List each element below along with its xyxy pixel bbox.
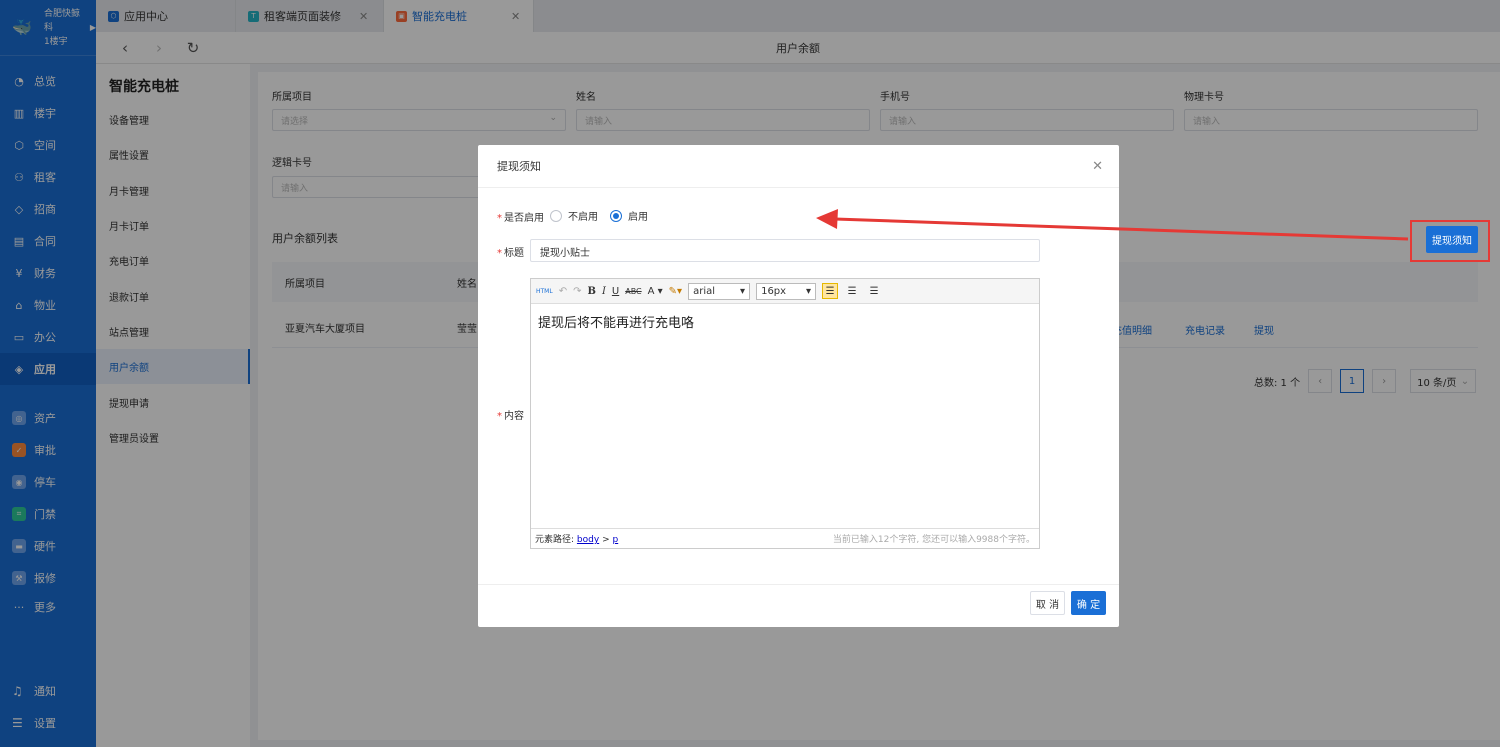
title-input[interactable]: 提现小贴士 <box>530 239 1040 262</box>
content-label-text: 内容 <box>504 411 524 422</box>
font-size-value: 16px <box>761 285 787 297</box>
dialog-title: 提现须知 <box>478 145 1119 188</box>
bold-icon[interactable]: B <box>587 286 595 297</box>
rich-text-editor: HTML ↶ ↷ B I U ABC A ▾ ✎▾ arial ▾ 16px ▾ ☰… <box>530 278 1040 549</box>
html-source-icon[interactable]: HTML <box>536 288 553 295</box>
enable-label-text: 是否启用 <box>504 213 544 224</box>
redo-icon[interactable]: ↷ <box>573 286 581 297</box>
highlight-color-icon[interactable]: ✎▾ <box>669 286 682 297</box>
caret-down-icon: ▾ <box>740 285 746 297</box>
align-left-icon[interactable]: ☰ <box>822 283 839 299</box>
font-family-value: arial <box>693 285 716 297</box>
enable-label: * 是否启用 <box>497 213 544 224</box>
char-count: 当前已输入12个字符, 您还可以输入9988个字符。 <box>832 535 1035 545</box>
confirm-button[interactable]: 确 定 <box>1071 591 1106 615</box>
caret-down-icon: ▾ <box>806 285 812 297</box>
path-sep: > <box>602 535 610 545</box>
font-color-icon[interactable]: A ▾ <box>648 286 663 297</box>
align-right-icon[interactable]: ☰ <box>866 283 882 299</box>
title-label-text: 标题 <box>504 248 524 259</box>
dialog-footer: 取 消 确 定 <box>478 584 1119 627</box>
radio-dot <box>550 209 562 222</box>
radio-enable[interactable]: 启用 <box>610 208 648 223</box>
radio-dot <box>610 209 622 222</box>
radio-label: 不启用 <box>568 212 598 223</box>
align-center-icon[interactable]: ☰ <box>844 283 860 299</box>
editor-status-bar: 元素路径: body > p 当前已输入12个字符, 您还可以输入9988个字符… <box>531 528 1039 548</box>
annotation-highlight-box <box>1410 220 1490 262</box>
path-p-link[interactable]: p <box>612 535 618 545</box>
path-label: 元素路径: <box>535 535 575 545</box>
radio-disable[interactable]: 不启用 <box>550 208 598 223</box>
font-family-select[interactable]: arial ▾ <box>688 282 751 300</box>
title-label: * 标题 <box>497 248 524 259</box>
element-path: 元素路径: body > p <box>535 532 618 545</box>
close-icon[interactable]: ✕ <box>1092 159 1103 174</box>
editor-content[interactable]: 提现后将不能再进行充电咯 <box>531 304 1039 528</box>
content-label: * 内容 <box>497 411 524 422</box>
italic-icon[interactable]: I <box>602 286 606 297</box>
withdraw-notice-dialog: 提现须知 ✕ * 是否启用 不启用 启用 * 标题 提现小贴士 * 内容 HTML ↶… <box>478 145 1119 627</box>
strikethrough-icon[interactable]: ABC <box>625 287 641 296</box>
path-body-link[interactable]: body <box>577 535 599 545</box>
cancel-button[interactable]: 取 消 <box>1030 591 1065 615</box>
undo-icon[interactable]: ↶ <box>559 286 567 297</box>
radio-label: 启用 <box>628 212 648 223</box>
editor-toolbar: HTML ↶ ↷ B I U ABC A ▾ ✎▾ arial ▾ 16px ▾ ☰… <box>531 279 1039 304</box>
font-size-select[interactable]: 16px ▾ <box>756 282 817 300</box>
underline-icon[interactable]: U <box>612 286 619 297</box>
